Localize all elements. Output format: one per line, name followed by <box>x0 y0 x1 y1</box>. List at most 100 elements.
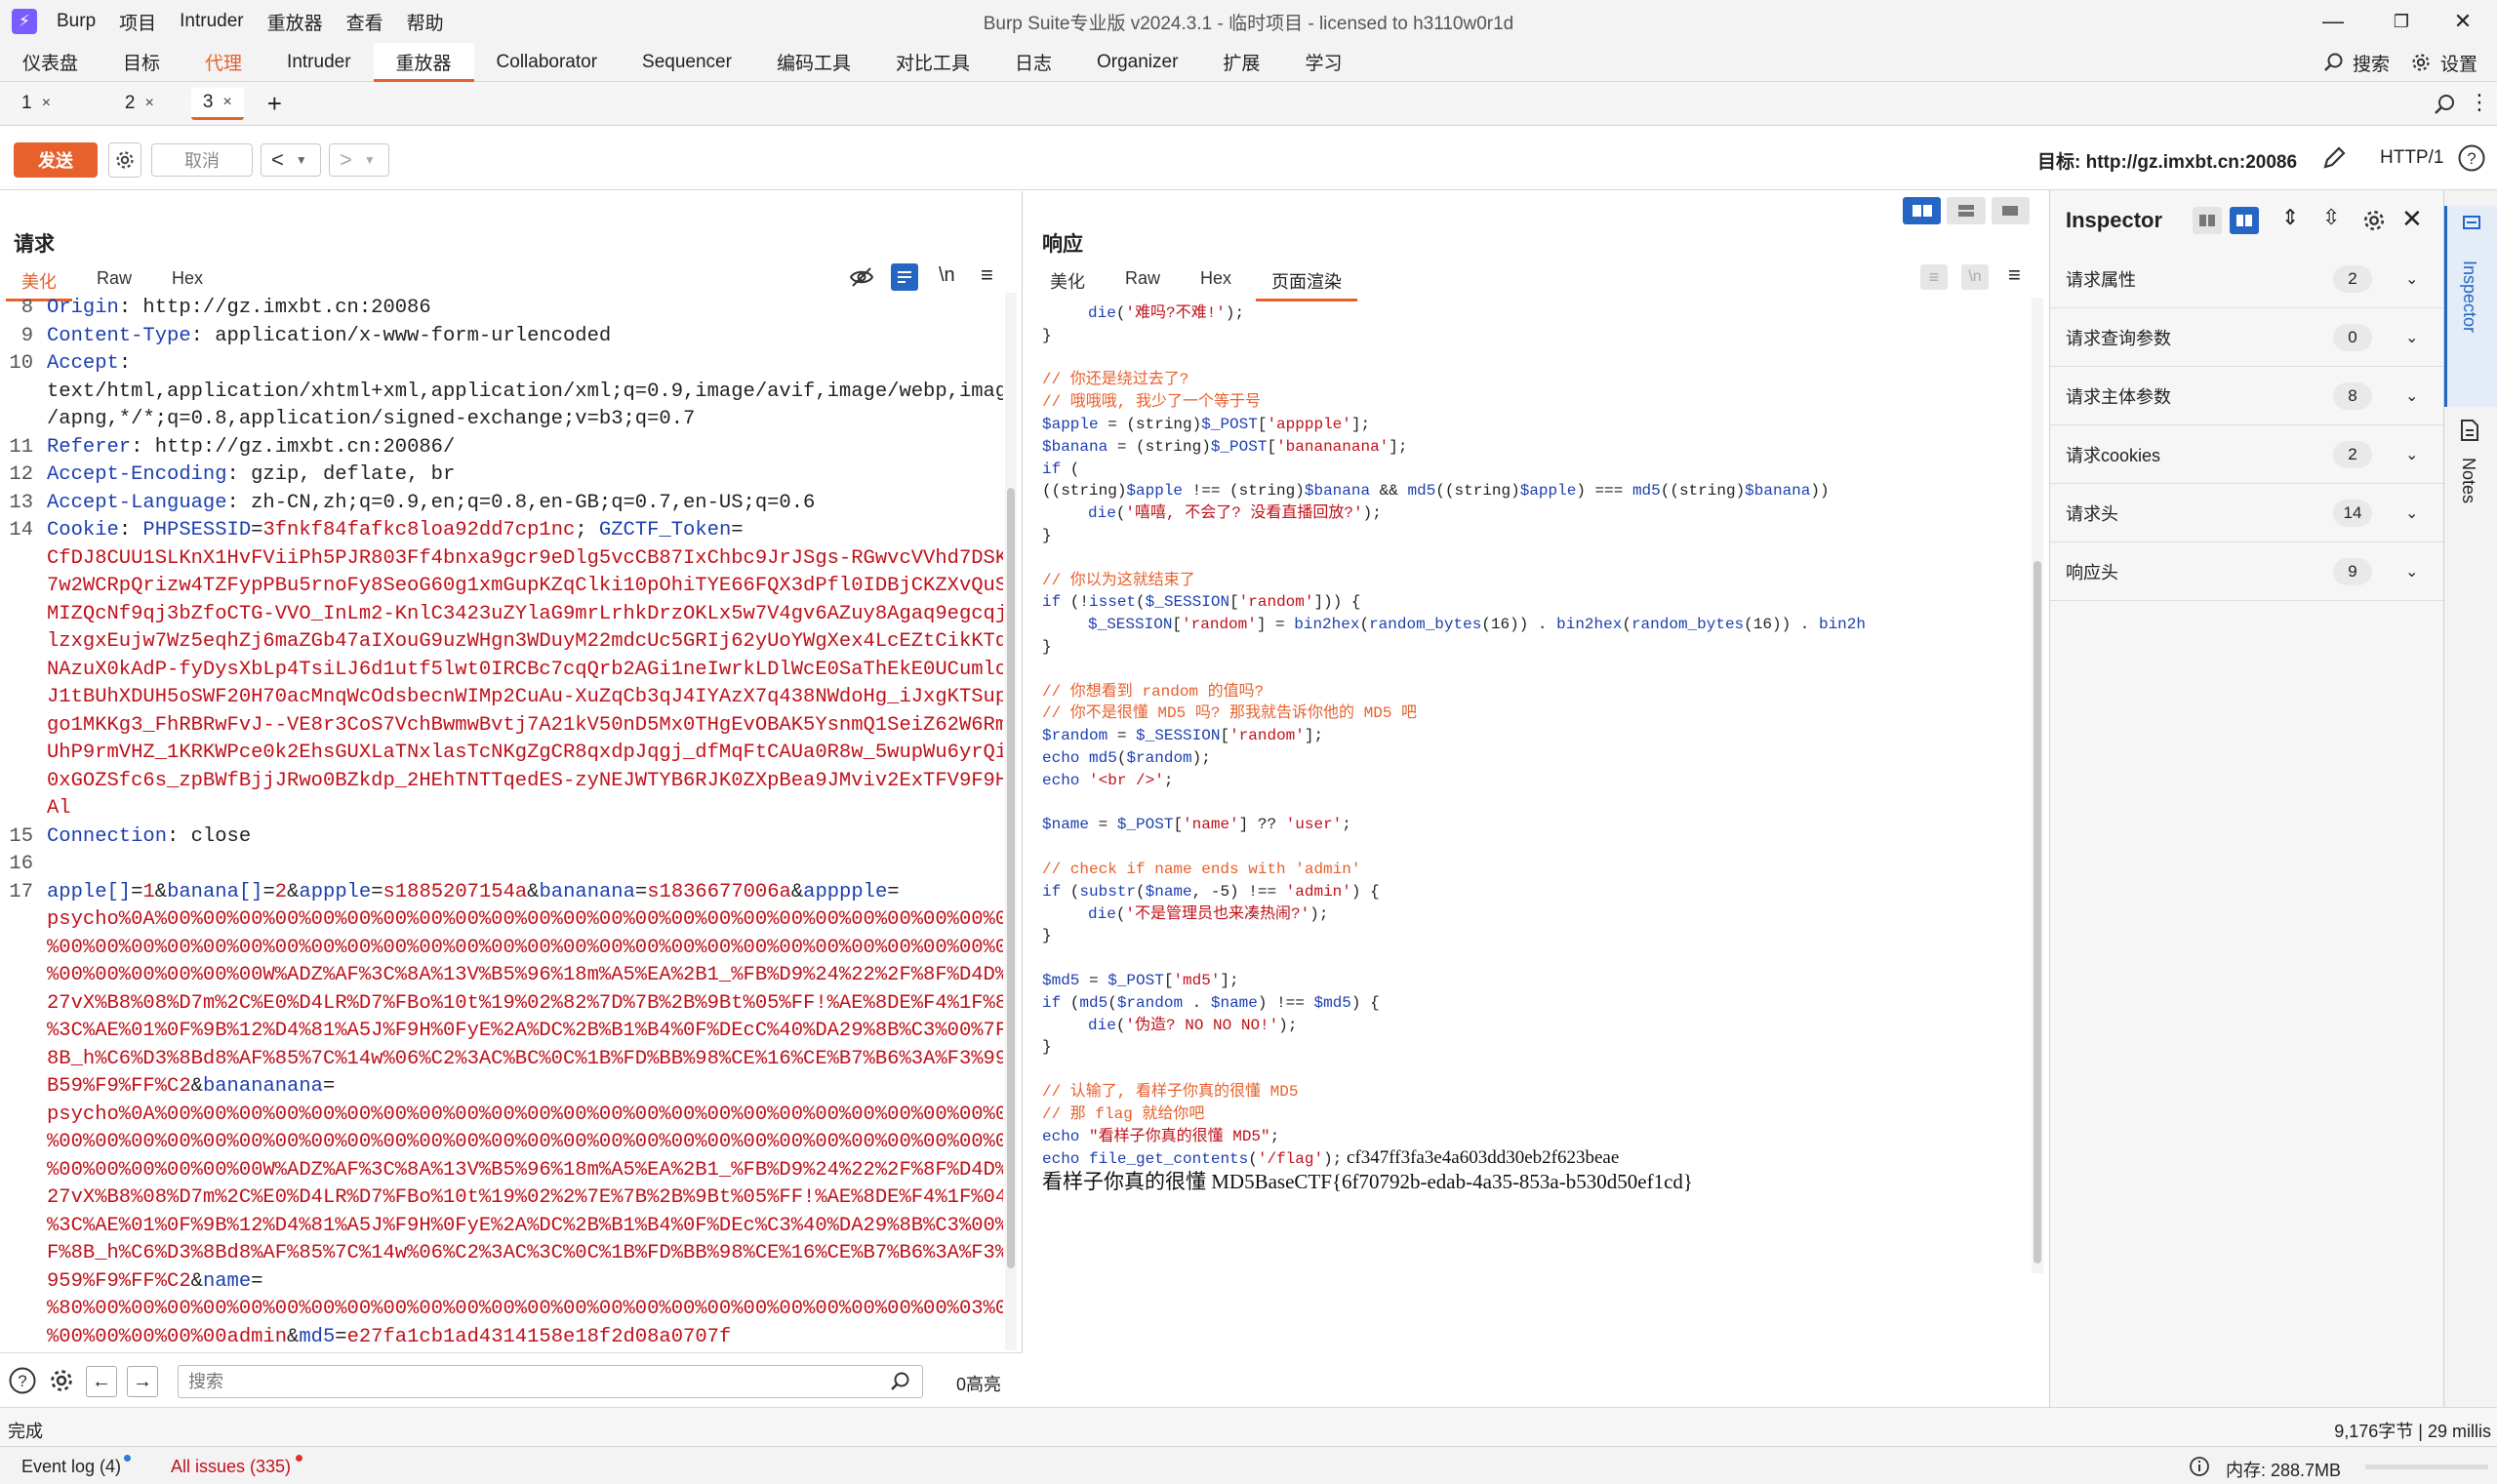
gear-icon[interactable] <box>2360 207 2388 234</box>
request-line[interactable]: Accept-Encoding: gzip, deflate, br <box>47 461 1003 490</box>
newline-toggle[interactable]: \n <box>939 264 955 287</box>
inspector-section-body-params[interactable]: 请求主体参数 8 ⌄ <box>2050 367 2444 425</box>
next-match-arrow-icon[interactable]: → <box>127 1366 158 1397</box>
request-line[interactable]: F%8B_h%C6%D3%8Bd8%AF%85%7C%14w%06%C2%3AC… <box>47 1240 1003 1268</box>
request-line[interactable]: %00%00%00%00%00%00%00%00%00%00%00%00%00%… <box>47 1129 1003 1157</box>
close-window-icon[interactable]: ✕ <box>2429 0 2497 43</box>
request-editor[interactable]: 8 Origin: http://gz.imxbt.cn:20086 9 Conten… <box>0 293 1003 1350</box>
collapse-all-icon[interactable]: ⇳ <box>2322 205 2340 230</box>
menu-view[interactable]: 查看 <box>346 9 383 35</box>
tab-extensions[interactable]: 扩展 <box>1200 43 1282 81</box>
request-line[interactable]: J1tBUhXDUH5oSWF20H70acMnqWcOdsbecnWIMp2C… <box>47 684 1003 712</box>
expand-all-icon[interactable]: ⇕ <box>2281 205 2299 230</box>
request-line[interactable]: Connection: close <box>47 823 1003 852</box>
request-line[interactable]: %80%00%00%00%00%00%00%00%00%00%00%00%00%… <box>47 1296 1003 1324</box>
request-line[interactable]: Accept: <box>47 350 1003 379</box>
hide-eye-icon[interactable] <box>849 264 874 290</box>
minimize-icon[interactable]: — <box>2299 0 2367 43</box>
newline-toggle-icon[interactable]: \n <box>1961 264 1989 290</box>
help-icon[interactable]: ? <box>8 1366 37 1395</box>
close-icon[interactable]: × <box>145 95 154 112</box>
forward-button[interactable]: > ▼ <box>329 143 389 177</box>
inspector-section-query-params[interactable]: 请求查询参数 0 ⌄ <box>2050 308 2444 367</box>
request-line[interactable]: 7w2WCRpQrizw4TZFypPBu5rnoFy8SeoG60g1xmGu… <box>47 573 1003 601</box>
format-toggle-icon[interactable]: ≡ <box>1920 264 1948 290</box>
send-button[interactable]: 发送 <box>14 142 98 178</box>
menu-icon[interactable]: ≡ <box>2008 262 2021 288</box>
maximize-icon[interactable]: ❐ <box>2367 0 2436 43</box>
tab-logger[interactable]: 日志 <box>992 43 1074 81</box>
request-line[interactable]: Cookie: PHPSESSID=3fnkf84fafkc8loa92dd7c… <box>47 517 1003 545</box>
request-line[interactable]: psycho%0A%00%00%00%00%00%00%00%00%00%00%… <box>47 906 1003 935</box>
layout-stacked-icon[interactable] <box>1947 197 1986 224</box>
menu-intruder[interactable]: Intruder <box>180 11 243 32</box>
tab-hex[interactable]: Hex <box>1200 264 1231 300</box>
tab-organizer[interactable]: Organizer <box>1074 43 1200 81</box>
request-line[interactable]: psycho%0A%00%00%00%00%00%00%00%00%00%00%… <box>47 1102 1003 1130</box>
tab-pretty[interactable]: 美化 <box>1050 264 1085 300</box>
tab-learn[interactable]: 学习 <box>1282 43 1364 81</box>
repeater-tab-3[interactable]: 3 × <box>190 87 244 120</box>
tab-collaborator[interactable]: Collaborator <box>474 43 621 81</box>
request-line[interactable]: Al <box>47 795 1003 823</box>
request-line[interactable]: 27vX%B8%08%D7m%2C%E0%D4LR%D7%FBo%10t%19%… <box>47 1184 1003 1213</box>
add-tab-button[interactable]: + <box>267 89 282 119</box>
layout-tabbed-icon[interactable] <box>1991 197 2030 224</box>
prev-match-arrow-icon[interactable]: ← <box>86 1366 117 1397</box>
request-line[interactable]: %00%00%00%00%00admin&md5=e27fa1cb1ad4314… <box>47 1324 1003 1351</box>
tab-target[interactable]: 目标 <box>101 43 182 81</box>
response-scrollbar[interactable] <box>2032 298 2043 1273</box>
request-line[interactable]: text/html,application/xhtml+xml,applicat… <box>47 379 1003 407</box>
request-search-input[interactable] <box>178 1365 923 1398</box>
request-line[interactable]: 8B_h%C6%D3%8Bd8%AF%85%7C%14w%06%C2%3AC%B… <box>47 1046 1003 1074</box>
tab-comparer[interactable]: 对比工具 <box>873 43 992 81</box>
request-line[interactable]: apple[]=1&banana[]=2&appple=s1885207154a… <box>47 879 1003 907</box>
request-line[interactable]: %3C%AE%01%0F%9B%12%D4%81%A5J%F9H%0FyE%2A… <box>47 1018 1003 1046</box>
menu-icon[interactable]: ≡ <box>981 262 993 288</box>
layout-split-icon[interactable] <box>1903 197 1942 224</box>
request-line[interactable]: Referer: http://gz.imxbt.cn:20086/ <box>47 434 1003 462</box>
menu-project[interactable]: 项目 <box>119 9 156 35</box>
settings-button[interactable]: 设置 <box>2440 50 2477 76</box>
more-options-icon[interactable]: ⋮ <box>2469 90 2490 115</box>
tab-decoder[interactable]: 编码工具 <box>754 43 873 81</box>
request-line[interactable]: /apng,*/*;q=0.8,application/signed-excha… <box>47 406 1003 434</box>
all-issues-link[interactable]: All issues (335) <box>171 1455 303 1477</box>
response-render-view[interactable]: die('难吗?不难!');} // 你还是绕过去了? // 哦哦哦, 我少了一个等… <box>1032 301 2032 1266</box>
inspector-layout-active-icon[interactable] <box>2230 207 2259 234</box>
gear-icon[interactable] <box>47 1366 76 1395</box>
tab-raw[interactable]: Raw <box>1125 264 1160 300</box>
repeater-tab-2[interactable]: 2 × <box>113 88 166 120</box>
tab-dashboard[interactable]: 仪表盘 <box>0 43 101 81</box>
request-line[interactable]: Accept-Language: zh-CN,zh;q=0.9,en;q=0.8… <box>47 490 1003 518</box>
target-label[interactable]: 目标: http://gz.imxbt.cn:20086 <box>2037 147 2297 174</box>
request-line[interactable]: go1MKKg3_FhRBRwFvJ--VE8r3CoS7VchBwmwBvtj… <box>47 712 1003 741</box>
request-line[interactable]: UhP9rmVHZ_1KRKWPce0k2EhsGUXLaTNxlasTcNKg… <box>47 740 1003 768</box>
http-version-toggle[interactable]: HTTP/1 <box>2380 147 2443 169</box>
request-line[interactable]: 959%F9%FF%C2&name= <box>47 1268 1003 1297</box>
event-log-link[interactable]: Event log (4) <box>21 1455 132 1477</box>
request-line[interactable]: %00%00%00%00%00%00W%ADZ%AF%3C%8A%13V%B5%… <box>47 962 1003 990</box>
menu-help[interactable]: 帮助 <box>407 9 444 35</box>
request-line[interactable]: CfDJ8CUU1SLKnX1HvFViiPh5PJR803Ff4bnxa9gc… <box>47 545 1003 574</box>
tab-sequencer[interactable]: Sequencer <box>620 43 754 81</box>
request-line[interactable]: 0xGOZSfc6s_zpBWfBjjJRwo0BZkdp_2HEhTNTTqe… <box>47 768 1003 796</box>
tab-render[interactable]: 页面渲染 <box>1256 264 1358 301</box>
format-toggle-icon[interactable] <box>891 263 918 291</box>
inspector-layout-icon[interactable] <box>2193 207 2222 234</box>
request-line[interactable]: %00%00%00%00%00%00W%ADZ%AF%3C%8A%13V%B5%… <box>47 1157 1003 1185</box>
inspector-section-cookies[interactable]: 请求cookies 2 ⌄ <box>2050 425 2444 484</box>
inspector-section-request-attributes[interactable]: 请求属性 2 ⌄ <box>2050 250 2444 308</box>
close-icon[interactable]: × <box>222 94 231 111</box>
request-line[interactable]: MIZQcNf9qj3bZfoCTG-VVO_InLm2-KnlC3423uZY… <box>47 601 1003 629</box>
menu-burp[interactable]: Burp <box>57 11 96 32</box>
request-line[interactable]: Origin: http://gz.imxbt.cn:20086 <box>47 295 1003 323</box>
close-icon[interactable]: ✕ <box>2401 204 2423 234</box>
inspector-section-request-headers[interactable]: 请求头 14 ⌄ <box>2050 484 2444 542</box>
help-icon[interactable]: ? <box>2457 143 2486 173</box>
send-settings-button[interactable] <box>108 142 141 178</box>
search-icon[interactable] <box>2434 93 2457 116</box>
tab-repeater[interactable]: 重放器 <box>373 43 474 82</box>
tab-proxy[interactable]: 代理 <box>182 43 264 81</box>
close-icon[interactable]: × <box>42 95 51 112</box>
